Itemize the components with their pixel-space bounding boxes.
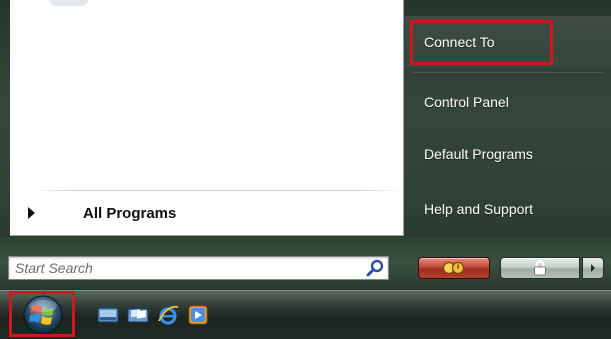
power-button[interactable] <box>418 257 490 279</box>
search-and-power-row <box>0 237 611 290</box>
magnifier-icon[interactable] <box>364 257 386 279</box>
switch-windows-icon[interactable] <box>126 304 150 326</box>
lock-button[interactable] <box>500 257 580 279</box>
taskbar <box>0 290 611 339</box>
power-controls <box>410 257 611 279</box>
menu-item-label: Default Programs <box>424 146 533 162</box>
screen: All Programs Connect To Control Panel De… <box>0 0 611 339</box>
all-programs-button[interactable]: All Programs <box>14 196 400 230</box>
menu-item-help-and-support[interactable]: Help and Support <box>405 184 611 234</box>
chevron-right-icon <box>591 264 595 272</box>
media-player-icon[interactable] <box>186 304 210 326</box>
power-icon <box>442 261 465 275</box>
quick-launch-toolbar <box>96 304 210 326</box>
menu-item-label: Help and Support <box>424 201 533 217</box>
system-links-pane: Connect To Control Panel Default Program… <box>405 0 611 236</box>
search-box[interactable] <box>8 256 389 280</box>
expand-arrow-icon <box>28 207 35 219</box>
shutdown-options-button[interactable] <box>582 257 604 279</box>
all-programs-label: All Programs <box>83 204 177 222</box>
pinned-item-fragment <box>50 0 88 6</box>
menu-item-label: Control Panel <box>424 94 509 110</box>
menu-item-default-programs[interactable]: Default Programs <box>405 129 611 179</box>
programs-pane: All Programs <box>10 0 404 236</box>
menu-item-control-panel[interactable]: Control Panel <box>405 77 611 127</box>
show-desktop-icon[interactable] <box>96 304 120 326</box>
menu-item-label: Connect To <box>424 34 495 50</box>
internet-explorer-icon[interactable] <box>156 304 180 326</box>
menu-item-connect-to[interactable]: Connect To <box>405 16 611 68</box>
start-search-input[interactable] <box>15 258 364 278</box>
programs-separator <box>32 190 402 191</box>
start-button[interactable] <box>14 294 72 336</box>
lock-icon <box>534 260 546 276</box>
menu-divider <box>413 72 603 73</box>
start-menu: All Programs Connect To Control Panel De… <box>0 0 611 290</box>
